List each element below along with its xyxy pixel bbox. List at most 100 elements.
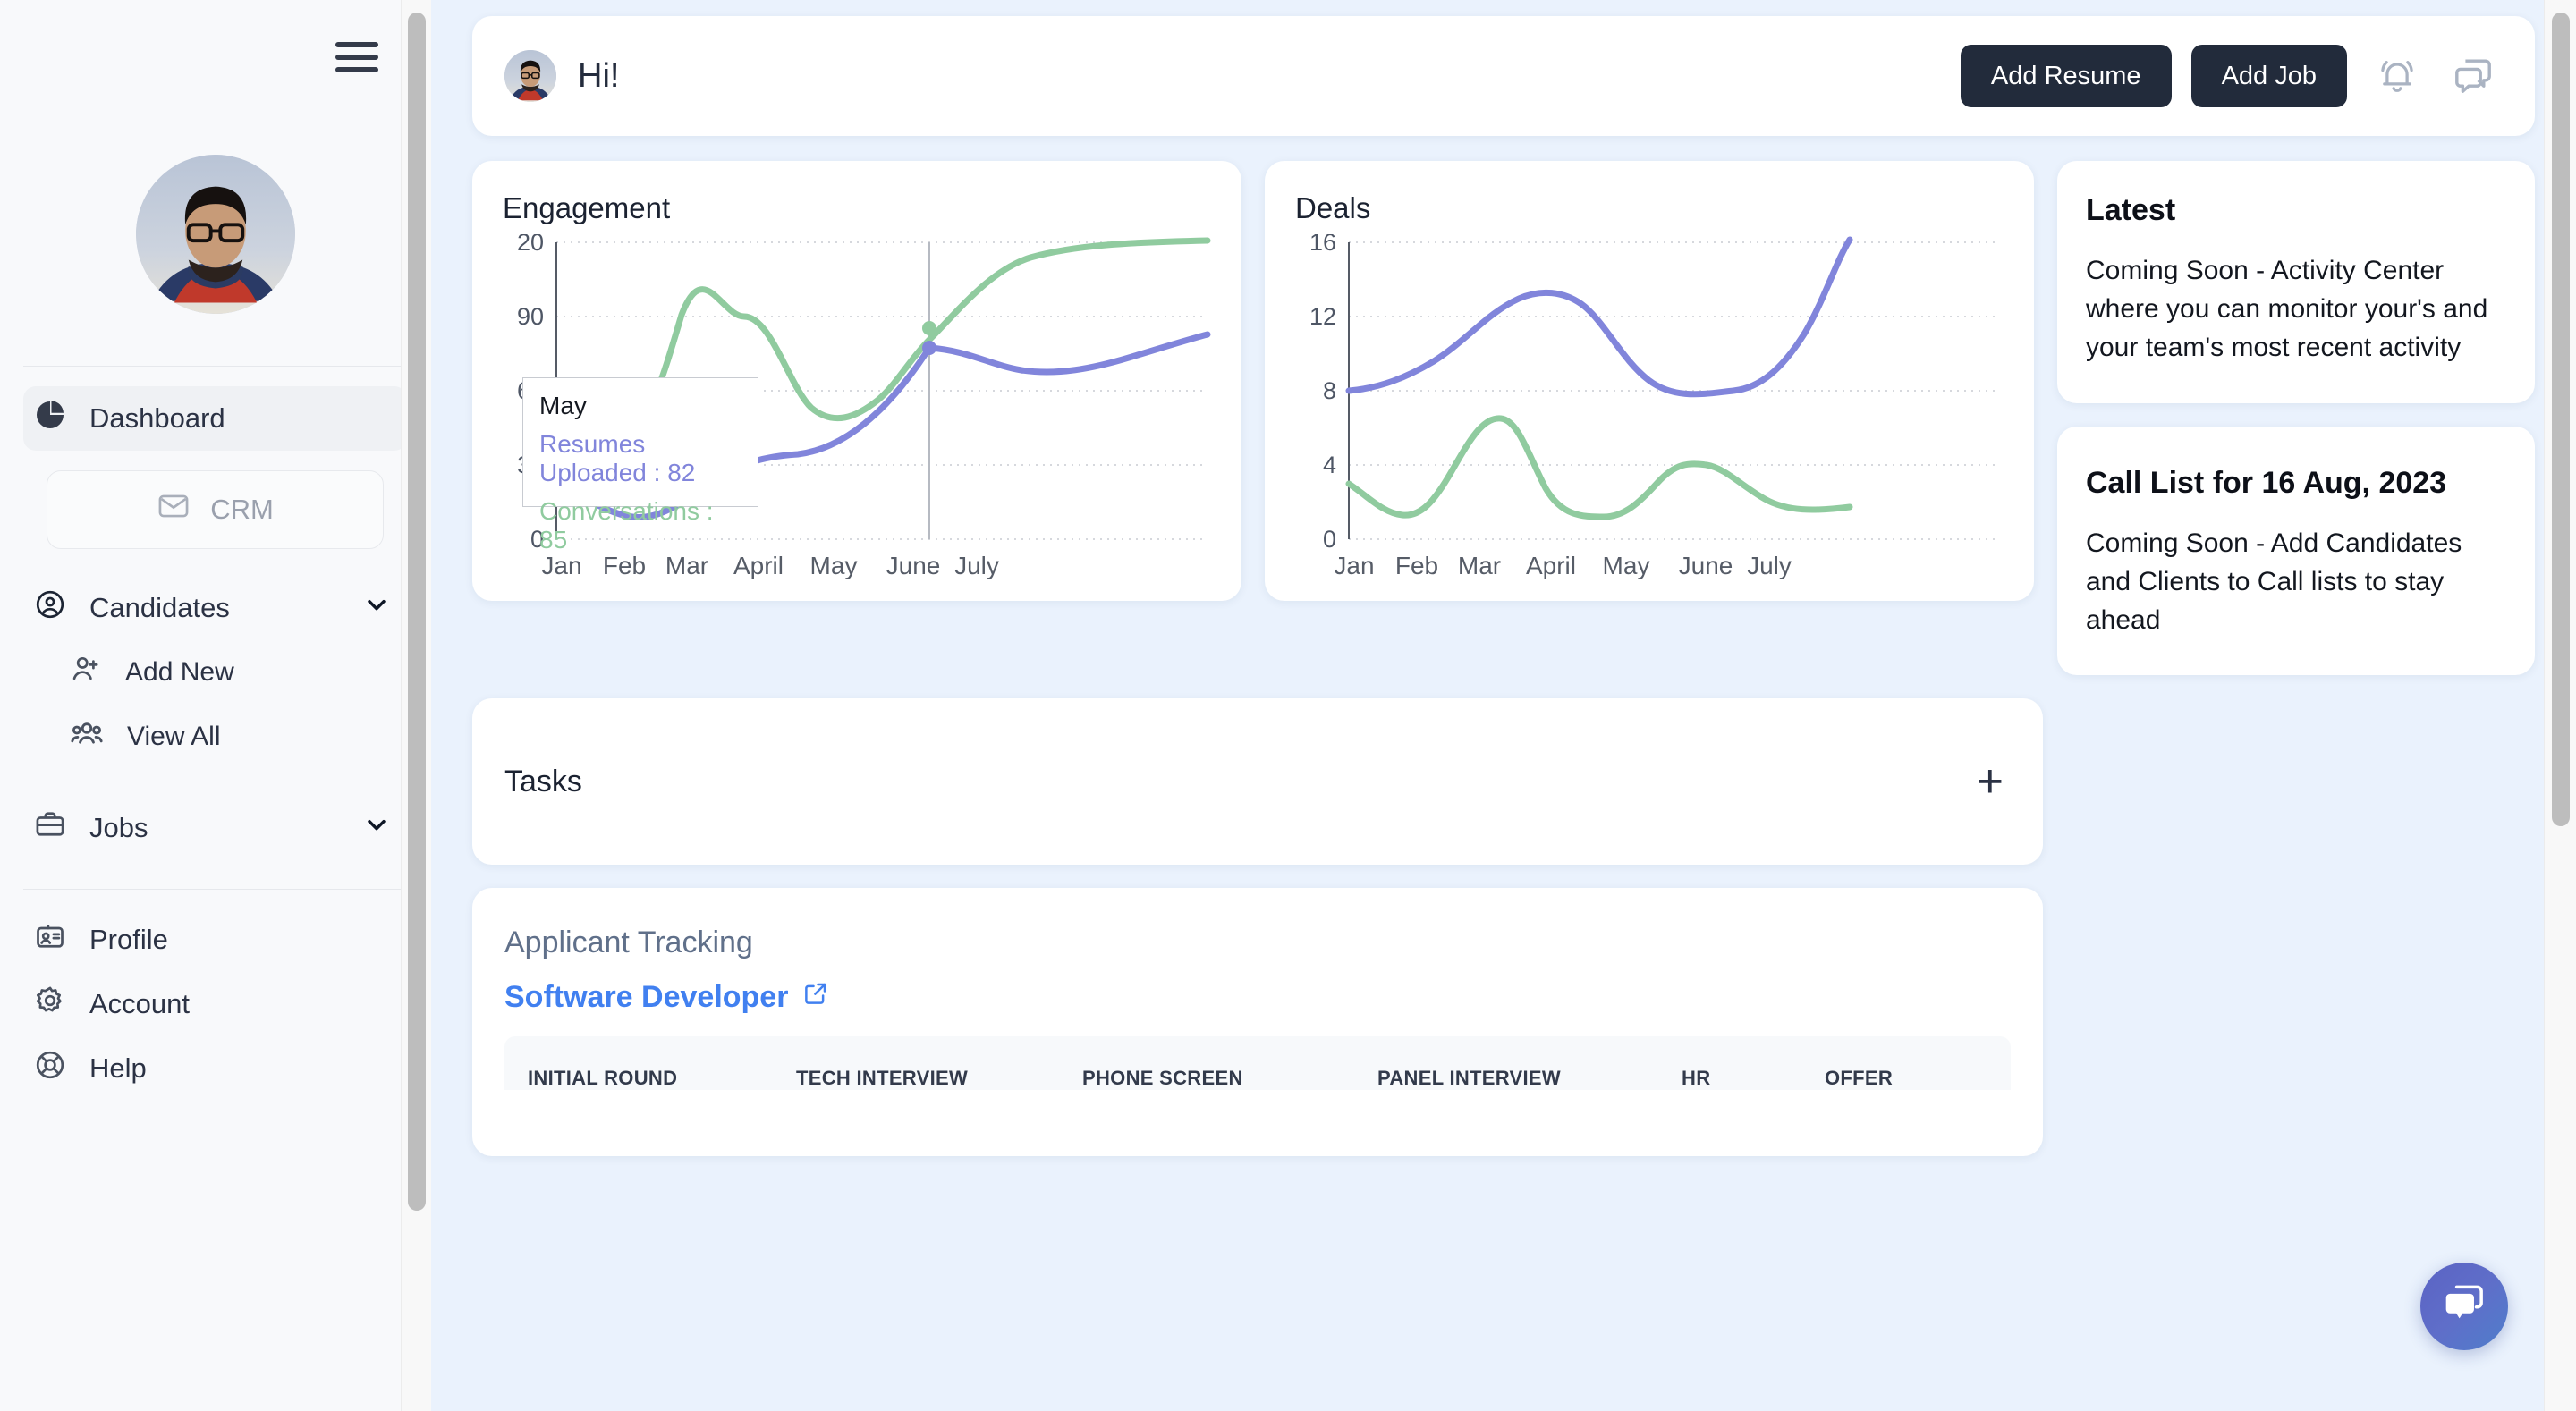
sidebar-subnav-candidates: Add New View All [23,640,407,769]
column-header: OFFER [1825,1067,1894,1090]
latest-card: Latest Coming Soon - Activity Center whe… [2057,161,2535,403]
right-column: Latest Coming Soon - Activity Center whe… [2057,161,2535,676]
sidebar-item-label: Help [89,1052,147,1084]
svg-text:Jan: Jan [541,552,581,579]
plus-icon[interactable]: + [1977,757,2004,804]
sidebar-item-help[interactable]: Help [23,1036,407,1101]
svg-text:Feb: Feb [603,552,646,579]
hamburger-menu-icon[interactable] [335,42,378,72]
sidebar-scrollbar-thumb[interactable] [408,13,426,1211]
y-tick-label: 16 [1309,234,1336,256]
chart-x-labels: Jan Feb Mar April May June July [1334,552,1791,579]
sidebar-nav: Dashboard CRM Candidates Add New View Al… [0,367,430,860]
add-resume-button[interactable]: Add Resume [1960,45,2172,107]
sidebar-item-candidates[interactable]: Candidates [23,576,407,640]
main-scrollbar[interactable] [2544,0,2576,1411]
sidebar-item-label: Profile [89,924,168,955]
header-avatar[interactable] [504,50,556,102]
hamburger-menu-container [0,0,430,114]
y-tick-label: 8 [1323,377,1336,404]
chart-x-labels: Jan Feb Mar April May June July [541,552,998,579]
column-header: PANEL INTERVIEW [1377,1067,1561,1090]
sidebar-item-label: CRM [210,494,274,525]
chevron-down-icon[interactable] [362,590,391,626]
sidebar-divider-bottom [23,889,407,890]
chat-fab-button[interactable] [2420,1263,2508,1350]
pie-chart-icon [34,399,66,438]
sidebar-item-label: Candidates [89,592,230,623]
job-title-label: Software Developer [504,980,789,1015]
chart-tooltip: May Resumes Uploaded : 82 Conversations … [522,377,758,553]
chevron-down-icon[interactable] [362,810,391,846]
sidebar-scrollbar[interactable] [401,0,431,1411]
gear-icon [34,984,66,1024]
svg-text:May: May [810,552,858,579]
page-title: Hi! [578,56,620,95]
app-root: Dashboard CRM Candidates Add New View Al… [0,0,2576,1411]
briefcase-icon [34,808,66,848]
call-list-card-title: Call List for 16 Aug, 2023 [2086,465,2447,500]
sidebar-item-add-new[interactable]: Add New [59,640,407,705]
sidebar-item-profile[interactable]: Profile [23,908,407,972]
chat-bubbles-icon[interactable] [2447,49,2501,103]
series-line-deals-green [1345,415,1853,520]
external-link-icon[interactable] [802,980,829,1015]
y-tick-label: 0 [1323,526,1336,553]
sidebar-item-account[interactable]: Account [23,972,407,1036]
column-header: PHONE SCREEN [1082,1067,1243,1090]
column-header: INITIAL ROUND [528,1067,678,1090]
sidebar-item-label: Jobs [89,812,148,843]
svg-text:May: May [1603,552,1650,579]
y-tick-label: 90 [517,303,544,330]
sidebar-item-dashboard[interactable]: Dashboard [23,386,407,451]
svg-text:Mar: Mar [1458,552,1501,579]
svg-text:Mar: Mar [665,552,708,579]
y-tick-label: 4 [1323,452,1336,478]
svg-text:July: July [954,552,999,579]
y-tick-label: 12 [1309,303,1336,330]
main-scrollbar-thumb[interactable] [2552,13,2570,826]
sidebar-item-label: Dashboard [89,402,225,434]
data-point-resumes [922,341,936,355]
chat-bubbles-icon [2439,1280,2489,1334]
latest-card-body: Coming Soon - Activity Center where you … [2086,256,2488,363]
deals-chart-card: Deals 16 12 8 4 0 Jan Feb Mar April May … [1265,161,2034,601]
svg-text:April: April [1526,552,1576,579]
page-header: Hi! Add Resume Add Job [472,16,2535,136]
svg-text:June: June [886,552,941,579]
engagement-chart[interactable]: 20 90 60 30 0 [503,234,1211,592]
applicant-tracking-title: Applicant Tracking [504,925,753,960]
tooltip-row-conversations: Conversations : 85 [539,497,714,553]
y-tick-label: 20 [517,234,544,256]
main-content: Hi! Add Resume Add Job Engagement 20 90 … [431,0,2576,1411]
call-list-card-body: Coming Soon - Add Candidates and Clients… [2086,528,2462,635]
svg-text:July: July [1747,552,1792,579]
chart-title: Deals [1295,191,1371,224]
id-card-icon [34,920,66,959]
tooltip-title: May [539,392,587,419]
call-list-card: Call List for 16 Aug, 2023 Coming Soon -… [2057,426,2535,676]
sidebar-item-view-all[interactable]: View All [59,705,407,769]
applicant-tracking-card: Applicant Tracking Software Developer IN… [472,888,2043,1157]
applicant-tracking-job-link[interactable]: Software Developer [504,980,2011,1015]
sidebar-item-label: View All [127,722,221,751]
chart-title: Engagement [503,191,671,224]
dashboard-row: Engagement 20 90 60 30 0 [472,161,2535,676]
add-job-button[interactable]: Add Job [2190,45,2347,107]
user-plus-icon [70,653,102,692]
avatar [135,155,295,314]
latest-card-title: Latest [2086,193,2176,227]
sidebar-item-crm[interactable]: CRM [47,470,384,549]
svg-text:Jan: Jan [1334,552,1374,579]
sidebar-item-jobs[interactable]: Jobs [23,796,407,860]
svg-text:April: April [733,552,784,579]
notification-bell-icon[interactable] [2370,49,2424,103]
sidebar-item-label: Add New [125,657,234,687]
sidebar-item-label: Account [89,988,191,1019]
column-header: TECH INTERVIEW [796,1067,969,1090]
svg-text:Feb: Feb [1395,552,1438,579]
mail-icon [157,489,191,530]
user-circle-icon [34,588,66,628]
data-point-conversations [922,321,936,335]
deals-chart[interactable]: 16 12 8 4 0 Jan Feb Mar April May June J… [1295,234,2004,592]
